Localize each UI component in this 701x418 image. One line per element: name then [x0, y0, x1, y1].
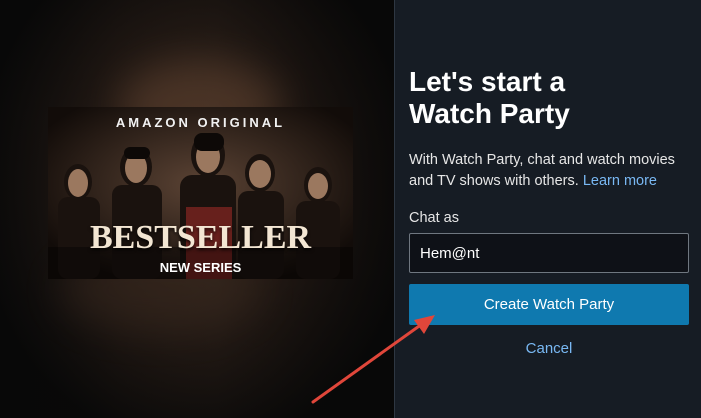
video-backdrop: AMAZON ORIGINAL BESTSELLER NEW SERIES: [0, 0, 394, 418]
show-title: BESTSELLER: [89, 219, 312, 256]
title-line-2: Watch Party: [409, 98, 570, 129]
amazon-original-label: AMAZON ORIGINAL: [115, 115, 286, 130]
title-poster: AMAZON ORIGINAL BESTSELLER NEW SERIES: [48, 107, 353, 279]
watch-party-panel: Let's start a Watch Party With Watch Par…: [394, 0, 701, 418]
title-line-1: Let's start a: [409, 66, 566, 97]
page-title: Let's start a Watch Party: [409, 66, 689, 130]
show-subtitle: NEW SERIES: [159, 260, 242, 275]
cancel-link[interactable]: Cancel: [409, 340, 689, 357]
create-watch-party-button[interactable]: Create Watch Party: [409, 284, 689, 325]
chat-name-input[interactable]: [409, 233, 689, 273]
learn-more-link[interactable]: Learn more: [583, 173, 657, 189]
description: With Watch Party, chat and watch movies …: [409, 150, 694, 192]
chat-as-label: Chat as: [409, 210, 459, 226]
